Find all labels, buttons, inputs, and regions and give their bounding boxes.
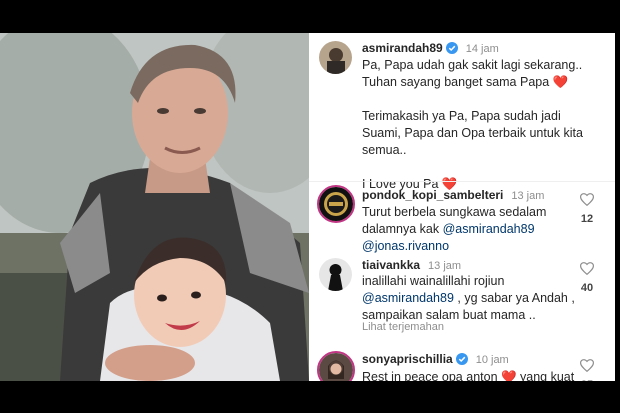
caption-line: Terimakasih ya Pa, Papa sudah jadi [362, 109, 561, 123]
post-time: 14 jam [465, 43, 499, 55]
caption-line: Suami, Papa dan Opa terbaik untuk kita [362, 126, 583, 140]
commenter-avatar[interactable] [317, 185, 355, 223]
comment-time: 13 jam [511, 190, 545, 202]
post-photo [0, 33, 309, 381]
comment-time: 13 jam [428, 260, 462, 272]
commenter-avatar[interactable] [317, 351, 355, 381]
comment-like[interactable]: 25 [577, 359, 597, 381]
mention-link[interactable]: @asmirandah89 [362, 291, 454, 305]
heart-outline-icon[interactable] [579, 262, 595, 279]
like-count: 40 [580, 282, 594, 294]
comment-username[interactable]: sonyaprischillia [362, 352, 453, 366]
comment-body: , yg sabar ya Andah , [453, 291, 575, 305]
mention-link[interactable]: @asmirandah89 [443, 222, 535, 236]
comment-body: Rest in peace opa anton ❤️ yang kuat [362, 370, 575, 381]
commenter-avatar[interactable] [319, 258, 352, 291]
author-avatar[interactable] [319, 41, 352, 74]
comment-text: inalillahi wainalillahi rojiun @asmirand… [362, 273, 582, 324]
post-author-username[interactable]: asmirandah89 [362, 41, 443, 55]
heart-outline-icon[interactable] [579, 359, 595, 376]
frame-edge [615, 33, 620, 381]
comment-body: sampaikan salam buat mama .. [362, 308, 536, 322]
comment-time: 10 jam [475, 354, 509, 366]
caption-line-text: Tuhan sayang banget sama Papa [362, 75, 553, 89]
comment-username[interactable]: tiaivankka [362, 258, 420, 272]
comment-body: inalillahi wainalillahi rojiun [362, 274, 505, 288]
comment-like[interactable]: 40 [577, 262, 597, 294]
comment-like[interactable]: 12 [577, 193, 597, 225]
instagram-post-screenshot: asmirandah89 14 jam Pa, Papa udah gak sak… [0, 33, 620, 381]
heart-outline-icon[interactable] [579, 193, 595, 210]
comments-panel: asmirandah89 14 jam Pa, Papa udah gak sak… [309, 33, 615, 381]
see-translation-link[interactable]: Lihat terjemahan [362, 321, 444, 333]
caption-line: semua.. [362, 143, 407, 157]
caption-line: Tuhan sayang banget sama Papa ❤️ [362, 74, 607, 91]
like-count: 25 [577, 379, 597, 381]
mention-link[interactable]: @jonas.rivanno [362, 239, 449, 253]
comment-text: Rest in peace opa anton ❤️ yang kuat [362, 369, 592, 381]
comment-text: Turut berbela sungkawa sedalam dalamnya … [362, 204, 562, 255]
verified-badge-icon [455, 352, 468, 370]
post-caption: Pa, Papa udah gak sakit lagi sekarang.. … [362, 57, 607, 193]
like-count: 12 [580, 213, 594, 225]
comment-username[interactable]: pondok_kopi_sambelteri [362, 188, 503, 202]
divider [309, 181, 615, 182]
red-heart-emoji: ❤️ [552, 75, 569, 89]
caption-line: Pa, Papa udah gak sakit lagi sekarang.. [362, 58, 583, 72]
